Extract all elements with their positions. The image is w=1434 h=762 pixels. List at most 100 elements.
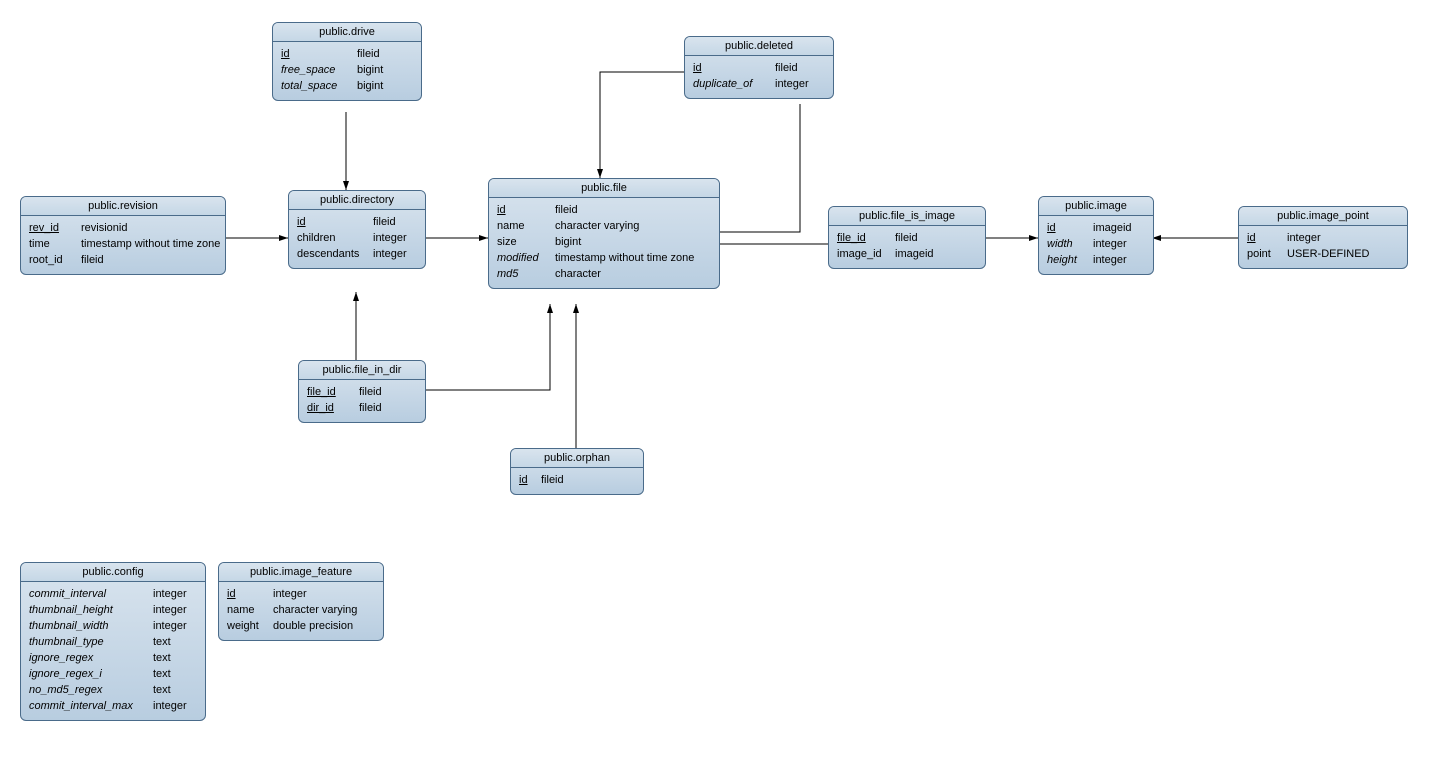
column-type: integer: [153, 618, 187, 634]
column-name: id: [297, 214, 367, 230]
column-row: commit_intervalinteger: [29, 586, 197, 602]
entity-columns: idfileidchildrenintegerdescendantsintege…: [289, 210, 425, 268]
column-name: commit_interval_max: [29, 698, 147, 714]
column-row: sizebigint: [497, 234, 711, 250]
column-name: time: [29, 236, 75, 252]
entity-file[interactable]: public.file idfileidnamecharacter varyin…: [488, 178, 720, 289]
column-name: thumbnail_width: [29, 618, 147, 634]
column-name: modified: [497, 250, 549, 266]
column-row: duplicate_ofinteger: [693, 76, 825, 92]
column-name: ignore_regex_i: [29, 666, 147, 682]
entity-directory[interactable]: public.directory idfileidchildreninteger…: [288, 190, 426, 269]
entity-columns: idfileidduplicate_ofinteger: [685, 56, 833, 98]
column-type: integer: [1287, 230, 1321, 246]
column-row: idinteger: [1247, 230, 1399, 246]
column-row: ignore_regextext: [29, 650, 197, 666]
column-name: id: [1047, 220, 1087, 236]
column-row: md5character: [497, 266, 711, 282]
column-name: root_id: [29, 252, 75, 268]
column-type: text: [153, 666, 171, 682]
column-row: commit_interval_maxinteger: [29, 698, 197, 714]
column-name: width: [1047, 236, 1087, 252]
entity-file-in-dir[interactable]: public.file_in_dir file_idfileiddir_idfi…: [298, 360, 426, 423]
column-type: integer: [373, 246, 407, 262]
column-name: md5: [497, 266, 549, 282]
column-row: name character varying: [227, 602, 375, 618]
column-row: id imageid: [1047, 220, 1145, 236]
column-name: thumbnail_height: [29, 602, 147, 618]
column-row: rev_idrevisionid: [29, 220, 217, 236]
column-name: id: [497, 202, 549, 218]
column-row: timetimestamp without time zone: [29, 236, 217, 252]
column-row: id fileid: [281, 46, 413, 62]
column-type: fileid: [359, 384, 382, 400]
entity-title: public.file_in_dir: [299, 361, 425, 380]
column-row: namecharacter varying: [497, 218, 711, 234]
column-row: total_spacebigint: [281, 78, 413, 94]
entity-image-feature[interactable]: public.image_feature idintegername charac…: [218, 562, 384, 641]
column-name: duplicate_of: [693, 76, 769, 92]
column-row: ignore_regex_i text: [29, 666, 197, 682]
entity-columns: idfileid: [511, 468, 643, 494]
column-type: fileid: [357, 46, 380, 62]
column-row: idfileid: [519, 472, 635, 488]
column-row: no_md5_regextext: [29, 682, 197, 698]
entity-revision[interactable]: public.revision rev_idrevisionidtimetime…: [20, 196, 226, 275]
entity-image-point[interactable]: public.image_point idintegerpointUSER-DE…: [1238, 206, 1408, 269]
entity-title: public.deleted: [685, 37, 833, 56]
column-row: thumbnail_type text: [29, 634, 197, 650]
column-row: idfileid: [693, 60, 825, 76]
entity-config[interactable]: public.config commit_intervalintegerthum…: [20, 562, 206, 721]
column-name: height: [1047, 252, 1087, 268]
column-row: childreninteger: [297, 230, 417, 246]
entity-deleted[interactable]: public.deleted idfileidduplicate_ofinteg…: [684, 36, 834, 99]
column-type: bigint: [357, 62, 383, 78]
column-name: id: [281, 46, 351, 62]
column-name: image_id: [837, 246, 889, 262]
column-row: free_spacebigint: [281, 62, 413, 78]
entity-columns: file_idfileiddir_idfileid: [299, 380, 425, 422]
entity-columns: idintegerpointUSER-DEFINED: [1239, 226, 1407, 268]
entity-title: public.file: [489, 179, 719, 198]
entity-columns: idintegername character varyingweightdoub…: [219, 582, 383, 640]
column-type: fileid: [359, 400, 382, 416]
column-type: character varying: [273, 602, 357, 618]
entity-columns: rev_idrevisionidtimetimestamp without ti…: [21, 216, 225, 274]
column-type: fileid: [373, 214, 396, 230]
column-name: file_id: [307, 384, 353, 400]
column-name: name: [227, 602, 267, 618]
column-type: text: [153, 634, 171, 650]
column-row: idinteger: [227, 586, 375, 602]
entity-title: public.directory: [289, 191, 425, 210]
column-row: modifiedtimestamp without time zone: [497, 250, 711, 266]
entity-columns: idfileidfree_spacebiginttotal_spacebigin…: [273, 42, 421, 100]
column-row: weightdouble precision: [227, 618, 375, 634]
column-row: dir_id fileid: [307, 400, 417, 416]
column-type: integer: [153, 602, 187, 618]
column-name: children: [297, 230, 367, 246]
column-row: descendantsinteger: [297, 246, 417, 262]
edges-layer: [0, 0, 1434, 762]
column-type: integer: [273, 586, 307, 602]
entity-image[interactable]: public.image id imageidwidthintegerheight…: [1038, 196, 1154, 275]
column-type: fileid: [775, 60, 798, 76]
entity-file-is-image[interactable]: public.file_is_image file_idfileidimage_…: [828, 206, 986, 269]
column-row: widthinteger: [1047, 236, 1145, 252]
column-row: heightinteger: [1047, 252, 1145, 268]
column-name: thumbnail_type: [29, 634, 147, 650]
entity-title: public.image_feature: [219, 563, 383, 582]
column-type: character varying: [555, 218, 639, 234]
column-type: bigint: [555, 234, 581, 250]
entity-columns: idfileidnamecharacter varyingsizebigintm…: [489, 198, 719, 288]
entity-title: public.revision: [21, 197, 225, 216]
column-type: imageid: [1093, 220, 1132, 236]
entity-title: public.image: [1039, 197, 1153, 216]
entity-drive[interactable]: public.drive idfileidfree_spacebiginttot…: [272, 22, 422, 101]
entity-title: public.orphan: [511, 449, 643, 468]
column-name: point: [1247, 246, 1281, 262]
column-name: file_id: [837, 230, 889, 246]
entity-orphan[interactable]: public.orphan idfileid: [510, 448, 644, 495]
column-name: total_space: [281, 78, 351, 94]
column-name: dir_id: [307, 400, 353, 416]
column-name: weight: [227, 618, 267, 634]
